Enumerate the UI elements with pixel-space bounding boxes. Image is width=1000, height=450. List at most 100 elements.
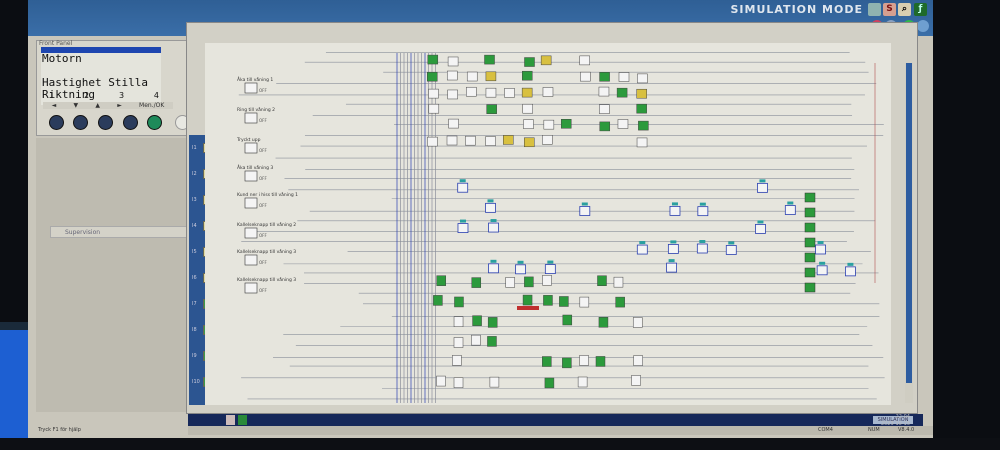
logic-block[interactable] (489, 376, 500, 388)
logic-block[interactable] (638, 120, 649, 131)
logic-block[interactable] (697, 206, 709, 217)
logic-block[interactable] (636, 244, 648, 255)
logic-block[interactable] (616, 87, 628, 98)
logic-block[interactable] (523, 119, 534, 129)
logic-block[interactable] (579, 296, 590, 308)
logic-block[interactable] (613, 276, 624, 288)
logic-block[interactable] (485, 71, 497, 82)
block-label[interactable]: Kallelseknapp till våning 3 (237, 248, 296, 255)
output-block[interactable] (804, 207, 816, 218)
logic-block[interactable] (484, 54, 495, 65)
logic-block[interactable] (457, 223, 469, 233)
logic-block[interactable] (579, 206, 591, 216)
logic-block[interactable] (562, 357, 572, 369)
output-block[interactable] (804, 222, 816, 233)
logic-block[interactable] (488, 263, 499, 274)
logic-block[interactable] (815, 244, 826, 255)
logic-block[interactable] (599, 104, 610, 114)
logic-block[interactable] (515, 264, 526, 275)
logic-block[interactable] (446, 135, 458, 146)
logic-block[interactable] (562, 314, 573, 326)
logic-block[interactable] (505, 277, 515, 288)
logic-block[interactable] (542, 356, 552, 367)
logic-block[interactable] (845, 266, 856, 277)
logic-block[interactable] (666, 262, 677, 273)
logic-block[interactable] (521, 87, 533, 98)
output-block[interactable] (804, 237, 816, 248)
output-block[interactable] (804, 192, 816, 203)
logic-block[interactable] (471, 334, 481, 346)
logic-block[interactable] (725, 245, 737, 255)
output-block[interactable] (804, 267, 816, 278)
logic-block[interactable] (540, 55, 552, 66)
logic-block[interactable] (543, 119, 555, 130)
logic-block[interactable] (521, 70, 533, 81)
block-label[interactable]: Åka till våning 3 (237, 164, 273, 171)
logic-block[interactable] (487, 317, 498, 328)
logo-icon[interactable]: ƒ (914, 3, 927, 16)
logic-block[interactable] (524, 57, 535, 67)
logic-block[interactable] (617, 119, 629, 129)
logic-block[interactable] (696, 243, 708, 254)
block-label[interactable]: Åka till våning 1 (237, 76, 273, 83)
logic-block[interactable] (636, 103, 647, 114)
logic-block[interactable] (542, 135, 553, 145)
logic-block[interactable] (595, 356, 606, 367)
logic-block[interactable] (427, 71, 438, 82)
logic-block[interactable] (816, 265, 828, 276)
logic-block[interactable] (504, 88, 515, 98)
logic-block[interactable] (452, 355, 462, 366)
logic-block[interactable] (453, 377, 464, 388)
logic-block[interactable] (597, 275, 607, 286)
logic-block[interactable] (599, 121, 611, 132)
logic-block[interactable] (244, 197, 258, 209)
logic-block[interactable] (503, 135, 514, 145)
logic-block[interactable] (436, 275, 446, 286)
logic-block[interactable] (453, 337, 464, 348)
logic-block[interactable] (244, 82, 258, 94)
logic-block[interactable] (427, 54, 439, 65)
logic-block[interactable] (524, 276, 534, 288)
logic-block[interactable] (615, 296, 625, 308)
logic-block[interactable] (448, 118, 459, 129)
logic-block[interactable] (580, 71, 591, 82)
logic-block[interactable] (428, 103, 440, 114)
logic-block[interactable] (453, 316, 464, 327)
logic-block[interactable] (524, 137, 535, 148)
logic-block[interactable] (465, 135, 476, 146)
logic-block[interactable] (487, 336, 497, 347)
search-icon[interactable]: ⌕ (898, 3, 911, 16)
logic-block[interactable] (632, 317, 643, 328)
logic-block[interactable] (244, 112, 258, 124)
logic-block[interactable] (486, 104, 497, 114)
key-right-button[interactable] (123, 115, 138, 130)
logic-block[interactable] (633, 355, 643, 366)
logic-block[interactable] (522, 294, 533, 306)
logic-block[interactable] (544, 377, 555, 389)
logic-block[interactable] (244, 227, 258, 239)
logic-block[interactable] (428, 88, 439, 99)
logic-block[interactable] (636, 88, 647, 99)
logic-block[interactable] (637, 73, 648, 84)
logic-block[interactable] (485, 202, 496, 213)
logic-block[interactable] (618, 72, 630, 82)
logic-block[interactable] (598, 86, 610, 97)
vertical-scrollbar[interactable] (905, 63, 913, 403)
io-icon[interactable] (917, 20, 929, 32)
logic-block[interactable] (466, 86, 477, 97)
logic-block[interactable] (784, 205, 796, 215)
block-label[interactable]: Tryckt upp (236, 137, 261, 143)
logic-block[interactable] (447, 56, 459, 67)
logic-block[interactable] (542, 275, 552, 286)
logic-block[interactable] (522, 103, 534, 114)
logic-block[interactable] (433, 295, 443, 306)
logic-block[interactable] (669, 205, 681, 216)
logic-block[interactable] (577, 376, 588, 388)
supervision-window[interactable]: Supervision (50, 226, 200, 238)
logic-block[interactable] (485, 136, 496, 146)
block-label[interactable]: Kallelseknapp till våning 2 (237, 221, 296, 228)
logic-block[interactable] (599, 72, 610, 82)
logic-block[interactable] (579, 355, 589, 366)
logic-block[interactable] (488, 222, 499, 233)
logic-block[interactable] (471, 277, 482, 288)
